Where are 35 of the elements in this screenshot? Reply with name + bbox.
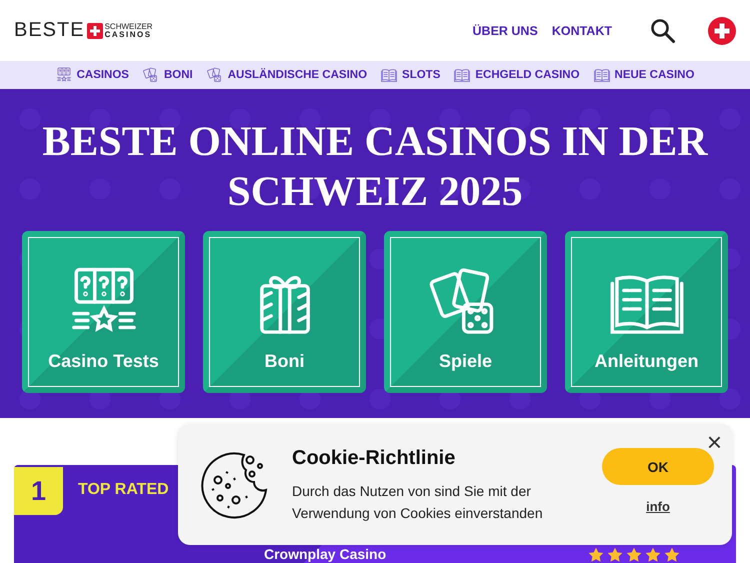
page-title: BESTE ONLINE CASINOS IN DER SCHWEIZ 2025	[41, 118, 709, 217]
nav-link[interactable]: NEUE CASINO	[594, 67, 694, 83]
top-rated-label: TOP RATED	[78, 481, 169, 499]
nav-link[interactable]: AUSLÄNDISCHE CASINO	[206, 67, 368, 83]
star-icon	[645, 547, 661, 563]
nav-link[interactable]: SLOTS	[381, 67, 440, 83]
nav-link[interactable]: ECHGELD CASINO	[454, 67, 580, 83]
header-link[interactable]: KONTAKT	[552, 24, 612, 38]
star-icon	[664, 547, 680, 563]
rank-number: 1	[14, 467, 63, 515]
search-icon[interactable]	[650, 18, 676, 44]
cards-and-dice-icon	[206, 67, 223, 83]
slot-machine-icon	[56, 67, 72, 83]
nav-link[interactable]: BONI	[142, 67, 193, 83]
site-logo[interactable]: BESTE SCHWEIZER CASINOS	[14, 19, 153, 42]
open-book-icon	[381, 67, 398, 83]
swiss-flag-icon[interactable]	[708, 16, 736, 44]
cookie-text: Durch das Nutzen von sind Sie mit der Verwendung von Cookies einverstanden	[292, 482, 544, 523]
cookie-title: Cookie-Richtlinie	[292, 446, 456, 470]
header-link[interactable]: ÜBER UNS	[472, 24, 538, 38]
logo-subtitle: SCHWEIZER	[104, 22, 153, 30]
cookie-icon	[200, 450, 270, 520]
ok-button[interactable]: OK	[602, 448, 714, 485]
star-icon	[626, 547, 642, 563]
cards-and-dice-icon	[142, 67, 159, 83]
open-book-icon	[594, 67, 610, 83]
logo-word: BESTE	[14, 19, 85, 42]
swiss-cross-icon	[86, 22, 103, 38]
open-book-icon	[454, 67, 470, 83]
nav-link[interactable]: CASINOS	[56, 67, 129, 83]
star-icon	[588, 547, 604, 563]
star-icon	[607, 547, 623, 563]
info-link[interactable]: info	[646, 499, 670, 514]
logo-subtitle: CASINOS	[104, 30, 153, 38]
casino-name: Crownplay Casino	[264, 546, 386, 562]
